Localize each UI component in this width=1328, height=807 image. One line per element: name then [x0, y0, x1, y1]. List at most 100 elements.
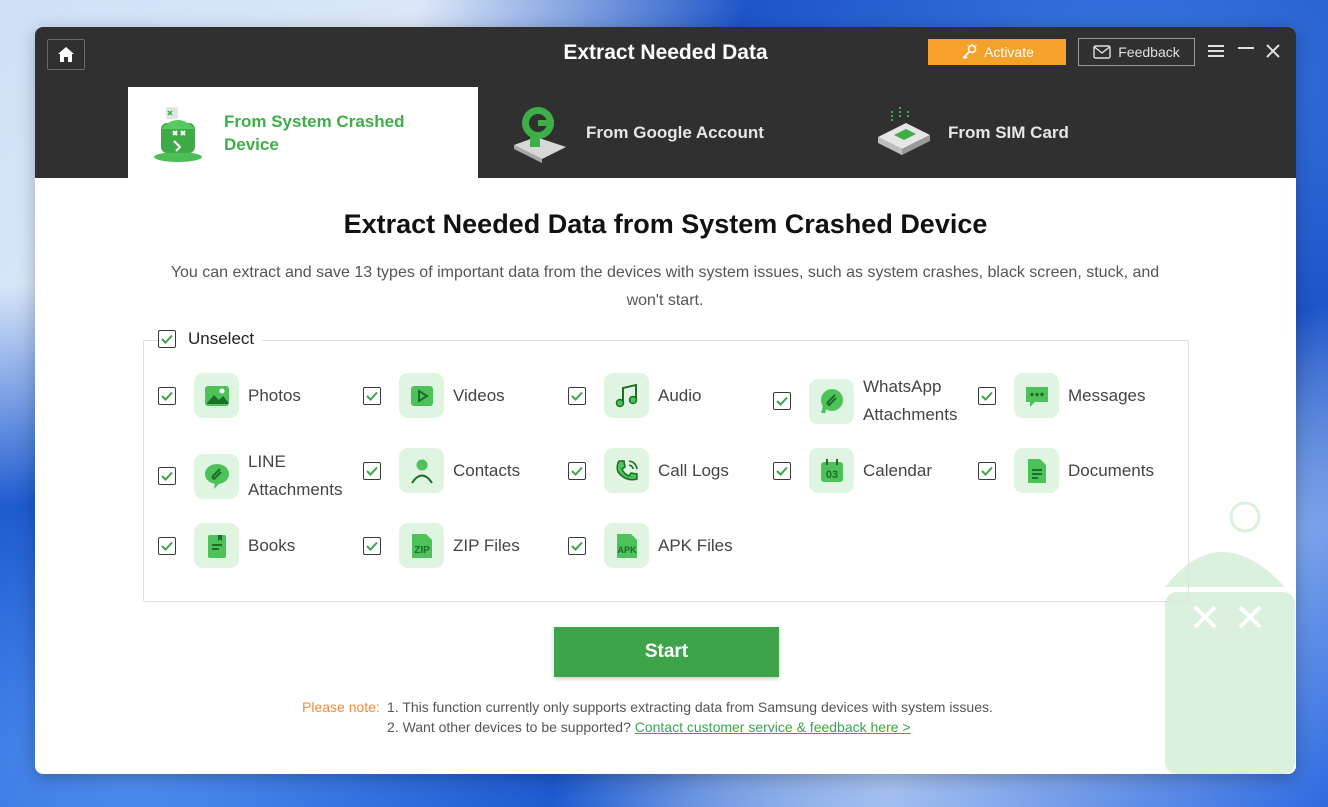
- check-icon: [776, 396, 788, 406]
- start-button[interactable]: Start: [554, 627, 779, 677]
- checkbox[interactable]: [158, 386, 176, 405]
- data-type-documents[interactable]: Documents: [978, 448, 1154, 493]
- data-type-line-attachments[interactable]: LINE Attachments: [158, 448, 343, 504]
- checkbox[interactable]: [568, 536, 586, 555]
- checkbox[interactable]: [773, 461, 791, 480]
- close-button[interactable]: [1262, 40, 1284, 62]
- data-type-photos[interactable]: Photos: [158, 373, 301, 418]
- photo-icon: [194, 373, 239, 418]
- data-type-books[interactable]: Books: [158, 523, 295, 568]
- data-type-whatsapp-attachments[interactable]: WhatsApp Attachments: [773, 373, 958, 429]
- checkbox[interactable]: [158, 467, 176, 485]
- data-type-label: ZIP Files: [453, 535, 520, 555]
- note-line-2: 2. Want other devices to be supported?: [387, 719, 631, 735]
- svg-text:APK: APK: [617, 545, 637, 555]
- checkbox[interactable]: [363, 536, 381, 555]
- note-line-1: 1. This function currently only supports…: [387, 699, 993, 715]
- feedback-label: Feedback: [1118, 44, 1180, 60]
- data-type-label: WhatsApp Attachments: [863, 377, 958, 424]
- check-icon: [571, 466, 583, 476]
- unselect-label: Unselect: [188, 329, 255, 348]
- feedback-button[interactable]: Feedback: [1078, 38, 1195, 66]
- tab-system-crashed-device[interactable]: From System Crashed Device: [128, 87, 478, 178]
- tab-label: From Google Account: [586, 122, 764, 142]
- note-line-2-row: 2. Want other devices to be supported? C…: [387, 717, 993, 737]
- checkbox[interactable]: [978, 461, 996, 480]
- note-prefix: Please note:: [302, 697, 380, 717]
- checkbox[interactable]: [773, 392, 791, 410]
- svg-text:ZIP: ZIP: [414, 545, 430, 556]
- data-type-audio[interactable]: Audio: [568, 373, 701, 418]
- zip-icon: ZIP: [399, 523, 444, 568]
- data-type-label: Books: [248, 535, 296, 555]
- note-lines: 1. This function currently only supports…: [387, 697, 993, 737]
- messages-icon: [1014, 373, 1059, 418]
- contact-support-link[interactable]: Contact customer service & feedback here…: [635, 719, 911, 735]
- checkbox[interactable]: [363, 386, 381, 405]
- home-button[interactable]: [47, 39, 85, 70]
- data-type-label: Call Logs: [658, 460, 729, 480]
- note-prefix-label: Please note:: [302, 699, 380, 715]
- data-type-label: Documents: [1068, 460, 1154, 480]
- checkbox[interactable]: [158, 330, 176, 348]
- menu-icon: [1208, 45, 1224, 57]
- check-icon: [366, 391, 378, 401]
- tab-google-account[interactable]: From Google Account: [508, 87, 808, 178]
- menu-button[interactable]: [1205, 40, 1227, 62]
- home-icon: [58, 47, 74, 62]
- checkbox[interactable]: [568, 461, 586, 480]
- crashed-android-icon: [154, 106, 202, 162]
- data-type-zip-files[interactable]: ZIP ZIP Files: [363, 523, 520, 568]
- page-description: You can extract and save 13 types of imp…: [170, 264, 1160, 309]
- data-type-label: Photos: [248, 385, 301, 405]
- google-account-icon: [514, 106, 566, 163]
- app-window: Extract Needed Data Activate Feedback Fr…: [35, 27, 1296, 774]
- check-icon: [981, 466, 993, 476]
- check-icon: [571, 391, 583, 401]
- check-icon: [161, 391, 173, 401]
- activate-label: Activate: [984, 44, 1034, 60]
- checkbox[interactable]: [363, 461, 381, 480]
- line-attachment-icon: [194, 453, 239, 499]
- books-icon: [194, 523, 239, 568]
- data-type-call-logs[interactable]: Call Logs: [568, 448, 729, 493]
- data-type-label: Videos: [453, 385, 505, 405]
- data-type-label: APK Files: [658, 535, 733, 555]
- whatsapp-attachment-icon: [809, 378, 854, 424]
- check-icon: [981, 391, 993, 401]
- checkbox[interactable]: [568, 386, 586, 405]
- calendar-icon: 03: [809, 448, 854, 493]
- checkbox[interactable]: [978, 386, 996, 405]
- activate-button[interactable]: Activate: [928, 39, 1066, 65]
- data-type-apk-files[interactable]: APK APK Files: [568, 523, 733, 568]
- contacts-icon: [399, 448, 444, 493]
- audio-icon: [604, 373, 649, 418]
- data-type-label: LINE Attachments: [248, 452, 343, 499]
- check-icon: [366, 466, 378, 476]
- check-icon: [161, 541, 173, 551]
- data-type-calendar[interactable]: 03 Calendar: [773, 448, 932, 493]
- unselect-all-checkbox[interactable]: Unselect: [158, 329, 263, 349]
- check-icon: [571, 541, 583, 551]
- data-type-label: Audio: [658, 385, 702, 405]
- data-type-videos[interactable]: Videos: [363, 373, 505, 418]
- data-type-label: Messages: [1068, 385, 1146, 405]
- minimize-button[interactable]: [1235, 40, 1257, 62]
- data-type-contacts[interactable]: Contacts: [363, 448, 520, 493]
- key-icon: [962, 43, 978, 60]
- check-icon: [776, 466, 788, 476]
- documents-icon: [1014, 448, 1059, 493]
- checkbox[interactable]: [158, 536, 176, 555]
- sim-card-icon: [878, 106, 930, 155]
- call-logs-icon: [604, 448, 649, 493]
- check-icon: [366, 541, 378, 551]
- data-type-label: Contacts: [453, 460, 521, 480]
- close-icon: [1266, 44, 1280, 58]
- tab-sim-card[interactable]: From SIM Card: [870, 87, 1130, 178]
- check-icon: [161, 471, 173, 481]
- data-type-messages[interactable]: Messages: [978, 373, 1145, 418]
- tab-label: From System Crashed Device: [224, 111, 405, 154]
- tab-label: From SIM Card: [948, 122, 1069, 142]
- video-icon: [399, 373, 444, 418]
- mail-icon: [1093, 45, 1111, 59]
